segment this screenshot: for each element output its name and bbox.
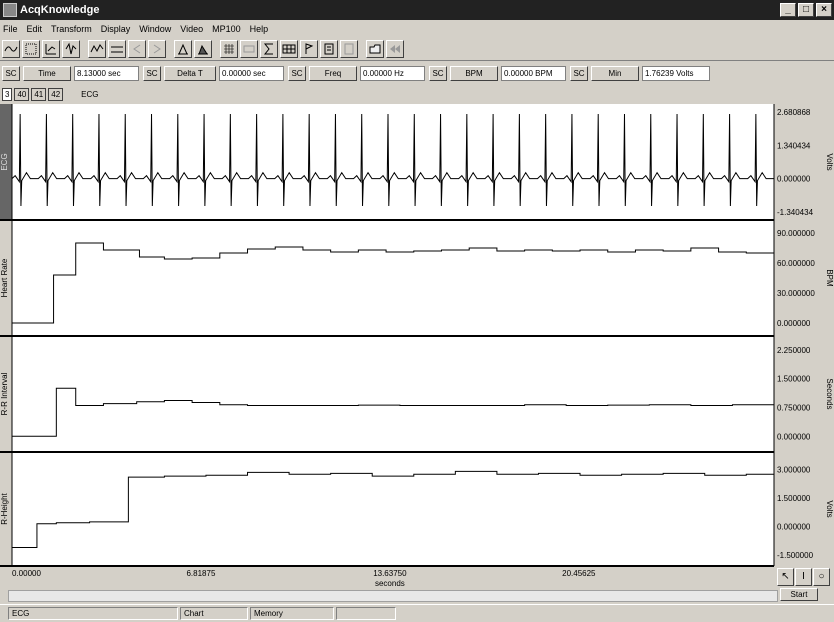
y-tick-label: 3.000000: [777, 466, 811, 475]
measurement-type-time[interactable]: Time: [23, 66, 71, 81]
measurement-type-min[interactable]: Min: [591, 66, 639, 81]
measurement-sc-button[interactable]: SC: [143, 66, 161, 81]
measurement-value-min: 1.76239 Volts: [642, 66, 710, 81]
menu-video[interactable]: Video: [180, 24, 203, 34]
wave-icon[interactable]: [2, 39, 20, 58]
y-tick-label: 1.500000: [777, 375, 811, 384]
measurement-value-time: 8.13000 sec: [74, 66, 139, 81]
measurement-value-freq: 0.00000 Hz: [360, 66, 425, 81]
measurement-sc-button[interactable]: SC: [2, 66, 20, 81]
acqknowledge-window: AcqKnowledge _ □ × File Edit Transform D…: [0, 0, 834, 622]
y-tick-label: 0.000000: [777, 319, 811, 328]
window-title: AcqKnowledge: [20, 4, 100, 16]
y-tick-label: 1.500000: [777, 494, 811, 503]
y-tick-label: 90.000000: [777, 229, 815, 238]
unit-label: Volts: [825, 500, 834, 517]
zoom-forward-icon[interactable]: [148, 39, 166, 58]
channel-bar: 3 40 41 42 ECG: [0, 86, 834, 102]
channel-button-3[interactable]: 3: [2, 87, 13, 101]
y-tick-label: 0.000000: [777, 175, 811, 184]
measurement-type-freq[interactable]: Freq: [309, 66, 357, 81]
y-tick-label: 30.000000: [777, 289, 815, 298]
menu-transform[interactable]: Transform: [51, 24, 92, 34]
unit-label: BPM: [825, 269, 834, 287]
status-chart: Chart: [180, 607, 248, 620]
measurement-value-bpm: 0.00000 BPM: [501, 66, 566, 81]
menu-display[interactable]: Display: [101, 24, 131, 34]
y-tick-label: 2.250000: [777, 346, 811, 355]
table-icon[interactable]: [280, 39, 298, 58]
y-tick-label: 0.000000: [777, 523, 811, 532]
measurement-bar: SC Time 8.13000 sec SC Delta T 0.00000 s…: [0, 63, 834, 84]
grid-toggle-icon[interactable]: [220, 39, 238, 58]
ibeam-cursor-icon[interactable]: I: [795, 568, 812, 586]
app-icon: [3, 3, 17, 17]
grid-icon[interactable]: [22, 39, 40, 58]
flag-icon[interactable]: [300, 39, 318, 58]
channel-button-40[interactable]: 40: [14, 87, 30, 101]
measurement-type-bpm[interactable]: BPM: [450, 66, 498, 81]
sum-icon[interactable]: [260, 39, 278, 58]
x-tick-label: 13.63750: [373, 569, 407, 578]
measurement-sc-button[interactable]: SC: [429, 66, 447, 81]
menu-edit[interactable]: Edit: [27, 24, 43, 34]
y-tick-label: 0.750000: [777, 403, 811, 412]
title-bar: AcqKnowledge _ □ ×: [0, 0, 834, 20]
channel-button-42[interactable]: 42: [48, 87, 64, 101]
autoscale-icon[interactable]: [88, 39, 106, 58]
zoom-back-icon[interactable]: [128, 39, 146, 58]
channel-label: R-R Interval: [0, 372, 9, 415]
zoom-cursor-icon[interactable]: ○: [813, 568, 830, 586]
close-button[interactable]: ×: [816, 3, 832, 17]
measurement-sc-button[interactable]: SC: [570, 66, 588, 81]
menu-help[interactable]: Help: [250, 24, 269, 34]
menu-bar: File Edit Transform Display Window Video…: [0, 20, 834, 37]
y-tick-label: -1.500000: [777, 551, 814, 560]
unit-label: Seconds: [825, 378, 834, 409]
status-bar: ECG Chart Memory: [0, 604, 834, 622]
status-memory: Memory: [250, 607, 334, 620]
overlap-icon[interactable]: [62, 39, 80, 58]
measurement-type-delta-t[interactable]: Delta T: [164, 66, 216, 81]
y-tick-label: 0.000000: [777, 432, 811, 441]
x-tick-label: 0.00000: [12, 569, 41, 578]
minimize-button[interactable]: _: [780, 3, 796, 17]
menu-window[interactable]: Window: [139, 24, 171, 34]
x-tick-label: 6.81875: [186, 569, 215, 578]
menu-file[interactable]: File: [3, 24, 18, 34]
graph-area[interactable]: ECG Volts 2.680868 1.340434 0.000000 -1.34043…: [0, 104, 834, 604]
status-channel: ECG: [8, 607, 178, 620]
y-tick-label: 1.340434: [777, 141, 811, 150]
rewind-icon[interactable]: [386, 39, 404, 58]
status-extra: [336, 607, 396, 620]
maximize-button[interactable]: □: [798, 3, 814, 17]
journal-icon[interactable]: [320, 39, 338, 58]
toolbar: [0, 37, 834, 61]
arrow-cursor-icon[interactable]: ↖: [777, 568, 794, 586]
compare-icon[interactable]: [108, 39, 126, 58]
channel-button-41[interactable]: 41: [31, 87, 47, 101]
y-tick-label: 60.000000: [777, 259, 815, 268]
measurement-sc-button[interactable]: SC: [288, 66, 306, 81]
channel-label: R-Height: [0, 492, 9, 524]
horizontal-scrollbar[interactable]: [8, 590, 778, 602]
y-tick-label: 2.680868: [777, 108, 811, 117]
start-button[interactable]: Start: [780, 588, 818, 601]
active-channel-label: ECG: [81, 89, 99, 99]
menu-mp100[interactable]: MP100: [212, 24, 241, 34]
scale-icon[interactable]: [42, 39, 60, 58]
print-icon[interactable]: [174, 39, 192, 58]
measurement-value-delta-t: 0.00000 sec: [219, 66, 284, 81]
journal-paste-icon[interactable]: [340, 39, 358, 58]
unit-label: Volts: [825, 153, 834, 170]
y-tick-label: -1.340434: [777, 208, 814, 217]
print-preview-icon[interactable]: [194, 39, 212, 58]
channel-label: ECG: [0, 153, 9, 170]
cursor-tools: ↖ I ○: [777, 568, 830, 586]
open-icon[interactable]: [366, 39, 384, 58]
marker-icon[interactable]: [240, 39, 258, 58]
channel-label: Heart Rate: [0, 258, 9, 297]
x-axis-label: seconds: [375, 579, 405, 588]
x-tick-label: 20.45625: [562, 569, 596, 578]
